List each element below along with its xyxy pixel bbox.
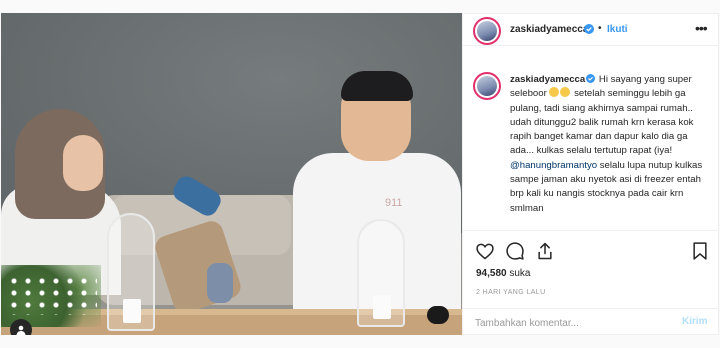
photo-flowers — [7, 275, 97, 315]
comment-icon[interactable] — [505, 241, 525, 261]
heart-icon[interactable] — [475, 241, 495, 261]
header-separator: • — [598, 23, 602, 34]
likes-count: 94,580 — [476, 268, 507, 279]
avatar-image — [477, 76, 497, 96]
bookmark-icon[interactable] — [690, 241, 710, 261]
caption-username[interactable]: zaskiadyamecca — [510, 74, 585, 85]
more-options-icon[interactable]: ••• — [695, 20, 708, 36]
photo-child-shoe — [207, 263, 233, 303]
user-tag-icon[interactable] — [10, 319, 32, 335]
caption-mention-link[interactable]: @hanungbramantyo — [510, 160, 597, 171]
photo-shirt-print: 911 — [385, 197, 403, 209]
caption-avatar[interactable] — [473, 72, 501, 100]
comment-bar: Kirim — [463, 308, 718, 335]
photo-man-hair — [341, 71, 413, 101]
verified-badge-icon — [586, 74, 596, 83]
bottom-margin — [0, 335, 720, 348]
post-caption: zaskiadyamecca Hi sayang yang super sele… — [510, 73, 706, 216]
photo-candle — [373, 295, 391, 319]
photo-lantern — [357, 219, 405, 327]
caption-area: zaskiadyamecca Hi sayang yang super sele… — [463, 47, 718, 243]
likes-summary[interactable]: 94,580 suka — [476, 268, 531, 279]
comment-input[interactable] — [475, 315, 665, 331]
avatar[interactable] — [473, 17, 501, 45]
instagram-post-view: 911 zaskiadyamecca • Ikuti ••• zaskiadya… — [0, 0, 720, 348]
action-bar — [463, 230, 718, 270]
grinning-emoji-icon — [549, 87, 560, 98]
photo-woman-face — [63, 135, 103, 191]
post-timestamp[interactable]: 2 HARI YANG LALU — [476, 289, 546, 296]
person-icon — [16, 325, 26, 335]
verified-badge-icon — [584, 24, 594, 34]
post-photo[interactable]: 911 — [1, 13, 462, 335]
avatar-image — [477, 21, 497, 41]
grimacing-emoji-icon — [560, 87, 571, 98]
share-icon[interactable] — [535, 241, 555, 261]
post-side-panel: zaskiadyamecca • Ikuti ••• zaskiadyamecc… — [462, 13, 719, 335]
photo-microphone — [427, 306, 449, 324]
likes-label: suka — [509, 268, 531, 279]
photo-lantern — [107, 213, 155, 331]
post-comment-button[interactable]: Kirim — [682, 316, 708, 327]
photo-candle — [123, 299, 141, 323]
follow-button[interactable]: Ikuti — [607, 24, 628, 35]
header-username[interactable]: zaskiadyamecca — [510, 24, 588, 35]
post-header: zaskiadyamecca • Ikuti ••• — [463, 14, 718, 46]
